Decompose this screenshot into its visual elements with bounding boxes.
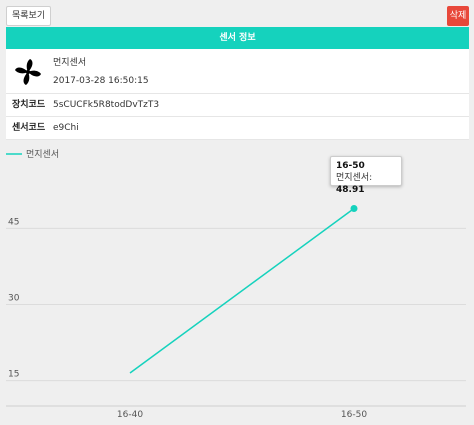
- dust-chart: 15 30 45 16-40 16-50 먼지센서 16-50 먼지센서: 48.91: [0, 140, 474, 425]
- card-header-title: 센서 정보: [6, 27, 469, 49]
- sensor-info-card: 센서 정보 먼지센서 2017-03-28 16:50:15 장치코드 5sCU…: [6, 27, 469, 140]
- y-tick-label: 45: [8, 217, 19, 227]
- sensor-code-label: 센서코드: [12, 123, 46, 133]
- device-code-value: 5sCUCFk5R8todDvTzT3: [53, 100, 160, 110]
- series-line: [129, 207, 355, 374]
- sensor-code-row: 센서코드 e9Chi: [6, 117, 469, 140]
- data-point-highlight: [350, 205, 358, 213]
- sensor-code-value: e9Chi: [53, 123, 79, 133]
- list-button[interactable]: 목록보기: [6, 6, 52, 26]
- x-tick-label: 16-50: [341, 410, 367, 420]
- tooltip-label: 먼지센서:: [336, 173, 373, 183]
- fan-icon: [15, 59, 41, 85]
- x-tick-label: 16-40: [117, 410, 143, 420]
- legend-label: 먼지센서: [26, 149, 59, 160]
- top-toolbar: 목록보기 삭제: [0, 0, 474, 26]
- tooltip-value: 48.91: [336, 185, 365, 195]
- tooltip-title: 16-50: [336, 161, 365, 171]
- device-code-label: 장치코드: [12, 100, 46, 110]
- chart-svg: 15 30 45 16-40 16-50 먼지센서: [6, 149, 466, 420]
- delete-button[interactable]: 삭제: [447, 6, 469, 26]
- device-code-row: 장치코드 5sCUCFk5R8todDvTzT3: [6, 94, 469, 117]
- y-tick-label: 15: [8, 370, 19, 380]
- y-tick-label: 30: [8, 293, 20, 303]
- chart-tooltip: 16-50 먼지센서: 48.91: [330, 156, 402, 195]
- sensor-name: 먼지센서: [53, 58, 87, 68]
- sensor-timestamp: 2017-03-28 16:50:15: [53, 76, 149, 86]
- sensor-summary-row: 먼지센서 2017-03-28 16:50:15: [6, 49, 469, 94]
